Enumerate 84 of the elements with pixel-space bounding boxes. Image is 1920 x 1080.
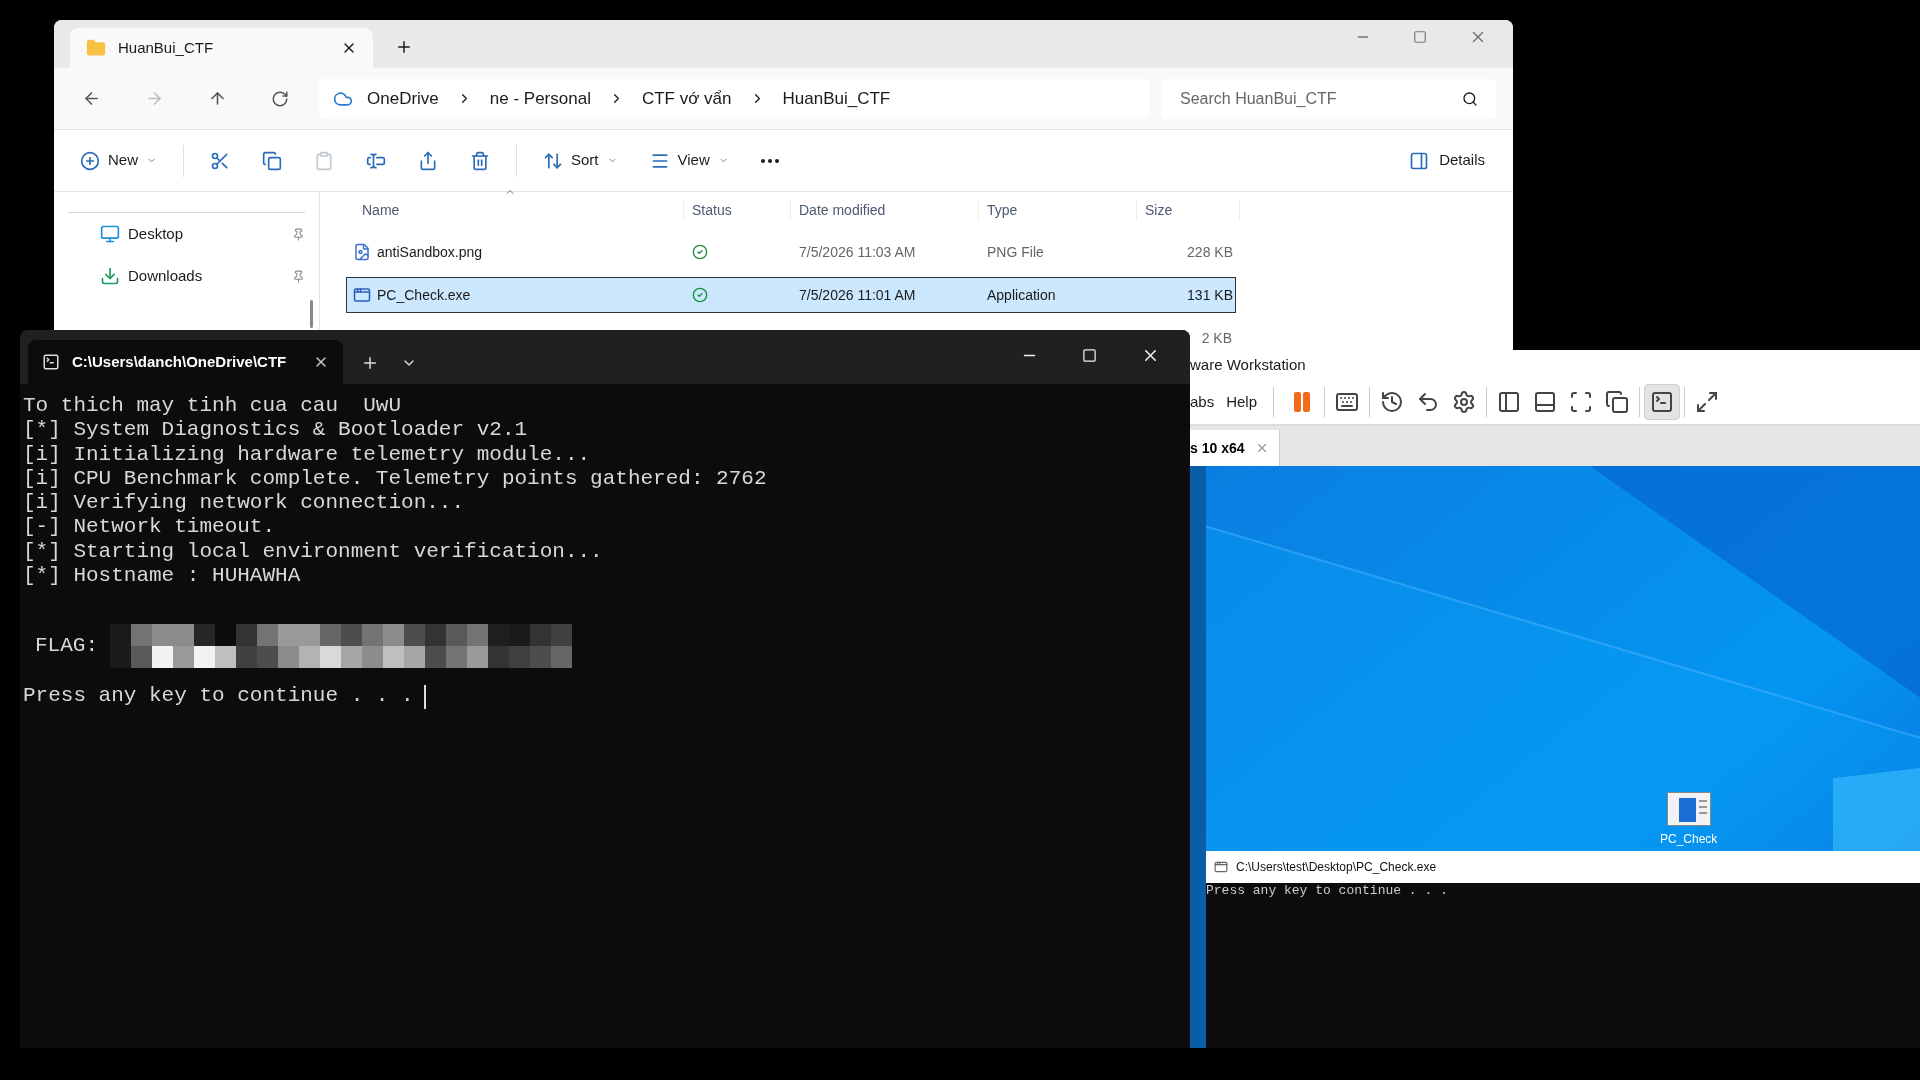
more-icon bbox=[760, 158, 779, 163]
file-size: 131 KB bbox=[1187, 286, 1233, 303]
refresh-icon[interactable] bbox=[271, 89, 289, 108]
menu-item[interactable]: Help bbox=[1220, 390, 1264, 414]
search-field[interactable]: Search HuanBui_CTF bbox=[1162, 78, 1496, 119]
column-header[interactable]: Status bbox=[683, 199, 790, 221]
pin-icon bbox=[292, 269, 305, 283]
file-date: 7/5/2026 11:03 AM bbox=[799, 243, 916, 260]
app-window-icon bbox=[1214, 860, 1228, 874]
explorer-tab[interactable]: HuanBui_CTF bbox=[70, 28, 373, 68]
details-pane-icon bbox=[1409, 150, 1430, 171]
terminal-line: [*] Starting local environment verification... bbox=[23, 539, 604, 565]
scrollbar[interactable] bbox=[310, 300, 313, 328]
app-window-icon[interactable] bbox=[1666, 792, 1711, 826]
gear-icon bbox=[1452, 390, 1477, 414]
file-date: 7/5/2026 11:01 AM bbox=[799, 286, 916, 303]
terminal-line: Press any key to continue . . . bbox=[23, 684, 414, 709]
terminal-line: [i] Verifying network connection... bbox=[23, 491, 466, 516]
text-cursor bbox=[423, 684, 426, 709]
terminal-line: To thich may tinh cua cau UwU bbox=[23, 394, 403, 419]
terminal-line: [-] Network timeout. bbox=[23, 515, 277, 540]
column-header[interactable]: Size bbox=[1136, 199, 1240, 221]
sidebar-item[interactable]: Desktop bbox=[54, 213, 319, 255]
breadcrumb-item[interactable]: ne - Personal bbox=[489, 85, 591, 112]
pin-icon bbox=[292, 227, 305, 241]
keyboard-icon bbox=[1335, 390, 1360, 414]
folder-icon bbox=[86, 38, 106, 58]
fullscreen-icon bbox=[1569, 390, 1594, 414]
clock-icon bbox=[1380, 390, 1405, 414]
menu-item[interactable]: abs bbox=[1190, 390, 1221, 414]
share-icon bbox=[418, 150, 438, 171]
terminal-icon bbox=[1650, 390, 1675, 414]
window-title: ware Workstation bbox=[1190, 354, 1306, 375]
search-icon bbox=[1462, 90, 1478, 107]
breadcrumb-item[interactable]: HuanBui_CTF bbox=[782, 85, 891, 112]
image-file-icon bbox=[353, 243, 371, 261]
vm-tab[interactable]: s 10 x64 bbox=[1190, 430, 1280, 466]
terminal-icon bbox=[42, 353, 60, 371]
plus-circle-icon bbox=[80, 150, 100, 171]
terminal-tab[interactable]: C:\Users\danch\OneDrive\CTF bbox=[28, 340, 343, 384]
file-type: PNG File bbox=[987, 243, 1044, 260]
file-row[interactable]: PC_Check.exe 7/5/2026 11:01 AM Application 131 KB bbox=[346, 277, 1236, 313]
sidebar-item[interactable]: Downloads bbox=[54, 255, 319, 297]
new-tab-icon[interactable] bbox=[361, 354, 379, 372]
back-icon[interactable] bbox=[82, 89, 101, 108]
terminal-button[interactable] bbox=[1644, 384, 1681, 420]
console-line: Press any key to continue . . . bbox=[1206, 883, 1448, 899]
breadcrumb-item[interactable]: CTF vớ vẩn bbox=[641, 85, 732, 112]
file-name: antiSandbox.png bbox=[377, 242, 483, 262]
copy-icon bbox=[262, 150, 282, 171]
breadcrumb-item[interactable]: OneDrive bbox=[367, 85, 439, 112]
details-button[interactable]: Details bbox=[1409, 149, 1485, 172]
column-header[interactable]: Type bbox=[978, 199, 1136, 221]
terminal-line: [i] CPU Benchmark complete. Telemetry points gathered: 2762 bbox=[23, 466, 768, 492]
column-header[interactable]: Date modified bbox=[790, 199, 978, 221]
terminal-line: [*] System Diagnostics & Bootloader v2.1 bbox=[23, 418, 529, 443]
monitor-icon bbox=[100, 224, 120, 244]
new-tab-icon[interactable] bbox=[395, 38, 413, 56]
paste-icon bbox=[314, 150, 334, 171]
terminal-line: [*] Hostname : HUHAWHA bbox=[23, 564, 302, 589]
cut-icon bbox=[210, 150, 230, 171]
file-size: 228 KB bbox=[1187, 243, 1233, 260]
download-icon bbox=[100, 266, 120, 286]
file-type: Application bbox=[987, 286, 1056, 303]
up-icon[interactable] bbox=[208, 89, 227, 108]
flag-label: FLAG: bbox=[35, 634, 98, 659]
delete-icon bbox=[470, 150, 490, 171]
file-row[interactable]: antiSandbox.png 7/5/2026 11:03 AM PNG File 228 KB bbox=[346, 234, 1236, 270]
windows-icon bbox=[1605, 390, 1630, 414]
address-bar[interactable]: OneDrive ne - Personal CTF vớ vẩn HuanBui_CTF bbox=[319, 78, 1149, 119]
expand-icon bbox=[1695, 390, 1720, 414]
toolbar-button[interactable]: Sort bbox=[527, 140, 634, 181]
console-title: C:\Users\test\Desktop\PC_Check.exe bbox=[1236, 859, 1437, 876]
tab-title: HuanBui_CTF bbox=[118, 37, 215, 58]
terminal-line: [i] Initializing hardware telemetry module... bbox=[23, 442, 592, 467]
toolbar-button[interactable]: New bbox=[64, 140, 173, 181]
column-header[interactable]: Name bbox=[346, 199, 683, 221]
file-name: PC_Check.exe bbox=[377, 285, 471, 305]
desktop-icon-label: PC_Check bbox=[1660, 831, 1718, 848]
file-size: 2 KB bbox=[1201, 328, 1232, 348]
panel-icon bbox=[1533, 390, 1558, 414]
app-window-icon bbox=[353, 286, 371, 304]
panel-icon bbox=[1497, 390, 1522, 414]
toolbar-button[interactable]: View bbox=[633, 140, 745, 181]
